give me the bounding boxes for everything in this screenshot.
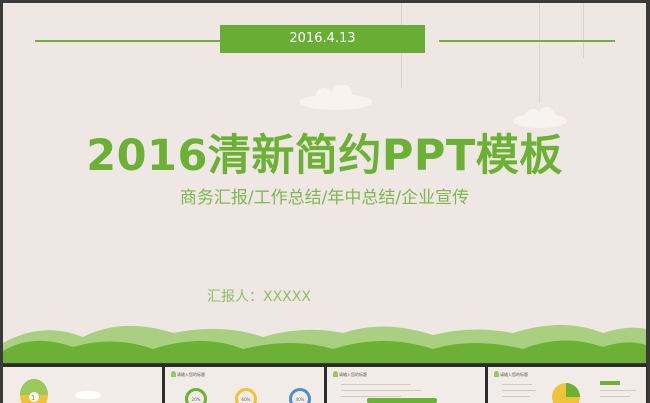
thumbnail-slide[interactable]: 请输入您的标题 20% 60% 40%	[165, 367, 324, 403]
decor-line-right	[439, 40, 615, 42]
thumbnail-slide[interactable]: 请输入您的标题	[327, 367, 485, 403]
cloud-icon	[300, 85, 372, 110]
decor-line-left	[35, 40, 223, 42]
text-line	[502, 396, 530, 397]
thumbnail-slide[interactable]: 1	[3, 367, 162, 403]
hanging-string	[539, 3, 540, 103]
pin-icon	[494, 371, 499, 377]
thumbnail-number: 1	[31, 394, 36, 402]
green-hills	[3, 325, 646, 363]
thumbnail-heading: 请输入您的标题	[339, 372, 367, 377]
text-line	[502, 390, 536, 391]
date-label: 2016.4.13	[220, 25, 425, 53]
legend-bar	[600, 381, 620, 385]
slide-title: 2016清新简约PPT模板	[86, 131, 563, 181]
pin-icon	[171, 371, 176, 377]
main-slide[interactable]: 2016.4.13 2016清新简约PPT模板 商务汇报/工作总结/年中总结/企…	[3, 3, 646, 363]
text-line	[600, 390, 636, 391]
thumbnail-slide[interactable]: 请输入您的标题	[488, 367, 646, 403]
pie-icon	[552, 383, 580, 403]
pin-icon	[333, 371, 338, 377]
percent-ring: 40%	[289, 388, 311, 403]
cloud-icon	[75, 391, 101, 399]
text-line	[341, 390, 421, 391]
progress-bar	[367, 398, 437, 403]
hanging-string	[583, 3, 584, 58]
slide-thumbnail-strip: 1 请输入您的标题 20% 60% 40% 请输入您的标题 请输入您的标题	[3, 364, 647, 403]
percent-ring: 20%	[185, 388, 207, 403]
thumbnail-heading: 请输入您的标题	[177, 372, 205, 377]
thumbnail-heading: 请输入您的标题	[500, 372, 528, 377]
viewer-frame: 2016.4.13 2016清新简约PPT模板 商务汇报/工作总结/年中总结/企…	[0, 0, 650, 403]
text-line	[341, 396, 401, 397]
text-line	[600, 396, 630, 397]
text-line	[341, 384, 411, 385]
slide-subtitle: 商务汇报/工作总结/年中总结/企业宣传	[179, 188, 470, 208]
percent-ring: 60%	[235, 388, 257, 403]
text-line	[502, 384, 532, 385]
